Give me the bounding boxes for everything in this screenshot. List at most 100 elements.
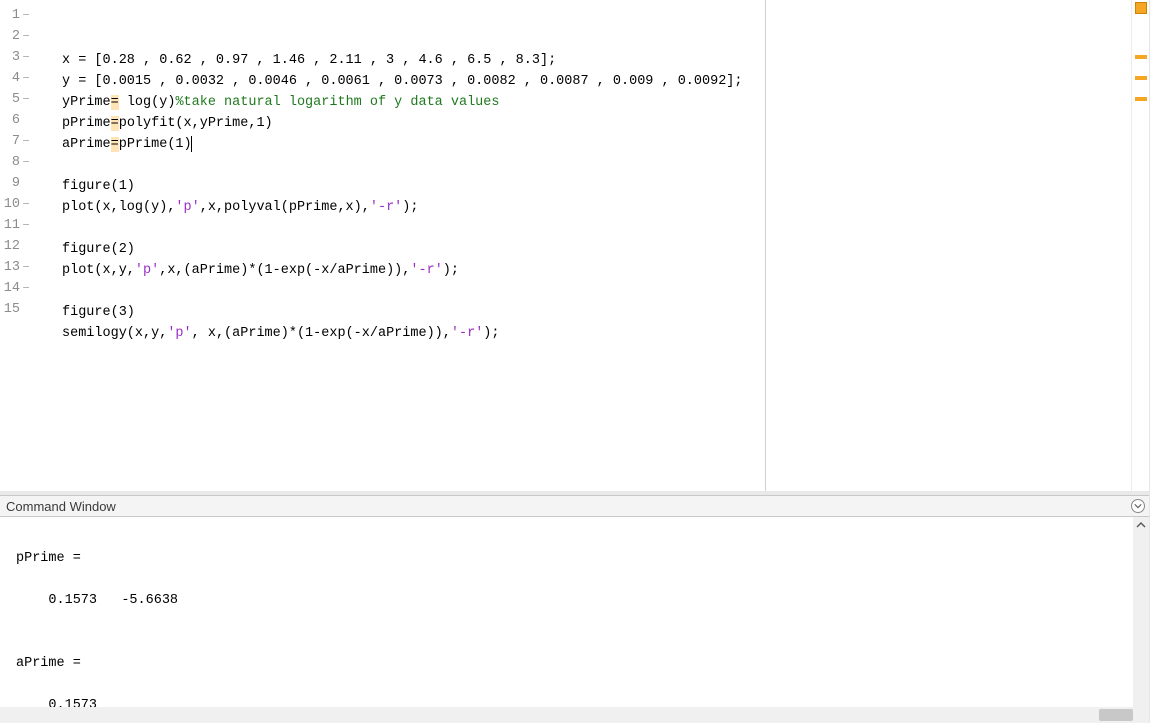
code-token: , x,(aPrime)*(1-exp(-x/aPrime)), — [192, 326, 451, 341]
executable-line-dash: – — [20, 257, 32, 278]
code-line[interactable]: y = [0.0015 , 0.0032 , 0.0046 , 0.0061 ,… — [62, 71, 1131, 92]
code-line[interactable]: yPrime= log(y)%take natural logarithm of… — [62, 92, 1131, 113]
code-analyzer-mark[interactable] — [1135, 55, 1147, 59]
line-number: 8 — [2, 152, 20, 173]
code-token: plot(x,y, — [62, 263, 135, 278]
code-token: pPrime — [62, 116, 111, 131]
gutter-row[interactable]: 11– — [0, 215, 36, 236]
vertical-scrollbar[interactable] — [1133, 517, 1149, 723]
line-number: 11 — [2, 215, 20, 236]
code-token: polyfit(x,yPrime,1) — [119, 116, 273, 131]
line-number: 12 — [2, 236, 20, 257]
code-token: yPrime — [62, 95, 111, 110]
gutter-row[interactable]: 4– — [0, 68, 36, 89]
line-number: 15 — [2, 299, 20, 320]
code-token: ,x,(aPrime)*(1-exp(-x/aPrime)), — [159, 263, 410, 278]
code-token: %take natural logarithm of y data values — [175, 95, 499, 110]
text-caret — [191, 136, 192, 152]
line-number: 4 — [2, 68, 20, 89]
executable-line-dash: – — [20, 215, 32, 236]
gutter-row[interactable]: 2– — [0, 26, 36, 47]
app-root: 1–2–3–4–5–6 7–8–9 10–11–12 13–14–15 x = … — [0, 0, 1150, 723]
code-line[interactable]: figure(3) — [62, 302, 1131, 323]
code-token: 'p' — [167, 326, 191, 341]
code-analyzer-mark[interactable] — [1135, 97, 1147, 101]
code-analyzer-mark[interactable] — [1135, 76, 1147, 80]
executable-line-dash: – — [20, 131, 32, 152]
gutter-row[interactable]: 1– — [0, 5, 36, 26]
code-token: figure(3) — [62, 305, 135, 320]
gutter-row[interactable]: 13– — [0, 257, 36, 278]
code-token: ); — [443, 263, 459, 278]
command-window-output: pPrime = 0.1573 -5.6638 aPrime = 0.1573 — [0, 517, 1149, 716]
code-token: = — [111, 137, 119, 152]
code-line[interactable]: figure(2) — [62, 239, 1131, 260]
code-editor[interactable]: x = [0.28 , 0.62 , 0.97 , 1.46 , 2.11 , … — [36, 0, 1131, 491]
gutter-row[interactable]: 14– — [0, 278, 36, 299]
code-line[interactable]: aPrime=pPrime(1) — [62, 134, 1131, 155]
editor-pane: 1–2–3–4–5–6 7–8–9 10–11–12 13–14–15 x = … — [0, 0, 1149, 495]
code-line[interactable] — [62, 218, 1131, 239]
panel-actions-icon[interactable] — [1131, 499, 1145, 513]
code-token: y = [0.0015 , 0.0032 , 0.0046 , 0.0061 ,… — [62, 74, 743, 89]
horizontal-scrollbar[interactable] — [0, 707, 1133, 723]
code-line[interactable]: plot(x,y,'p',x,(aPrime)*(1-exp(-x/aPrime… — [62, 260, 1131, 281]
code-token: plot(x,log(y), — [62, 200, 175, 215]
code-token: figure(1) — [62, 179, 135, 194]
line-number: 5 — [2, 89, 20, 110]
code-line[interactable] — [62, 344, 1131, 365]
code-token: ); — [483, 326, 499, 341]
code-token: 'p' — [135, 263, 159, 278]
gutter-row[interactable]: 6 — [0, 110, 36, 131]
line-number: 14 — [2, 278, 20, 299]
code-line[interactable]: figure(1) — [62, 176, 1131, 197]
code-token: figure(2) — [62, 242, 135, 257]
command-window-header[interactable]: Command Window — [0, 495, 1149, 517]
code-token: semilogy(x,y, — [62, 326, 167, 341]
code-token: aPrime — [62, 137, 111, 152]
code-line[interactable]: plot(x,log(y),'p',x,polyval(pPrime,x),'-… — [62, 197, 1131, 218]
code-token: '-r' — [410, 263, 442, 278]
code-token: log(y) — [119, 95, 176, 110]
code-token: ); — [402, 200, 418, 215]
code-line[interactable]: x = [0.28 , 0.62 , 0.97 , 1.46 , 2.11 , … — [62, 50, 1131, 71]
line-number: 7 — [2, 131, 20, 152]
executable-line-dash: – — [20, 194, 32, 215]
gutter-row[interactable]: 15 — [0, 299, 36, 320]
executable-line-dash: – — [20, 152, 32, 173]
executable-line-dash: – — [20, 47, 32, 68]
code-line[interactable]: pPrime=polyfit(x,yPrime,1) — [62, 113, 1131, 134]
line-number: 3 — [2, 47, 20, 68]
executable-line-dash: – — [20, 89, 32, 110]
line-number: 2 — [2, 26, 20, 47]
line-number: 9 — [2, 173, 20, 194]
scroll-up-icon[interactable] — [1133, 517, 1149, 533]
gutter-row[interactable]: 12 — [0, 236, 36, 257]
code-token: '-r' — [451, 326, 483, 341]
code-token: ) — [184, 137, 192, 152]
code-line[interactable] — [62, 155, 1131, 176]
code-token: = — [111, 116, 119, 131]
code-token: '-r' — [370, 200, 402, 215]
message-bar[interactable] — [1131, 0, 1149, 491]
gutter-row[interactable]: 9 — [0, 173, 36, 194]
executable-line-dash: – — [20, 68, 32, 89]
line-number: 1 — [2, 5, 20, 26]
gutter-row[interactable]: 5– — [0, 89, 36, 110]
gutter-row[interactable]: 3– — [0, 47, 36, 68]
print-margin-line — [765, 0, 766, 491]
line-number-gutter: 1–2–3–4–5–6 7–8–9 10–11–12 13–14–15 — [0, 0, 36, 491]
line-number: 10 — [2, 194, 20, 215]
code-line[interactable] — [62, 281, 1131, 302]
code-token: pPrime(1 — [119, 137, 184, 152]
scrollbar-thumb[interactable] — [1099, 709, 1133, 721]
code-line[interactable]: semilogy(x,y,'p', x,(aPrime)*(1-exp(-x/a… — [62, 323, 1131, 344]
code-analyzer-status-icon[interactable] — [1135, 2, 1147, 14]
gutter-row[interactable]: 7– — [0, 131, 36, 152]
executable-line-dash: – — [20, 278, 32, 299]
gutter-row[interactable]: 8– — [0, 152, 36, 173]
code-token: 'p' — [175, 200, 199, 215]
command-window[interactable]: pPrime = 0.1573 -5.6638 aPrime = 0.1573 — [0, 517, 1149, 723]
gutter-row[interactable]: 10– — [0, 194, 36, 215]
command-window-title: Command Window — [6, 499, 116, 514]
